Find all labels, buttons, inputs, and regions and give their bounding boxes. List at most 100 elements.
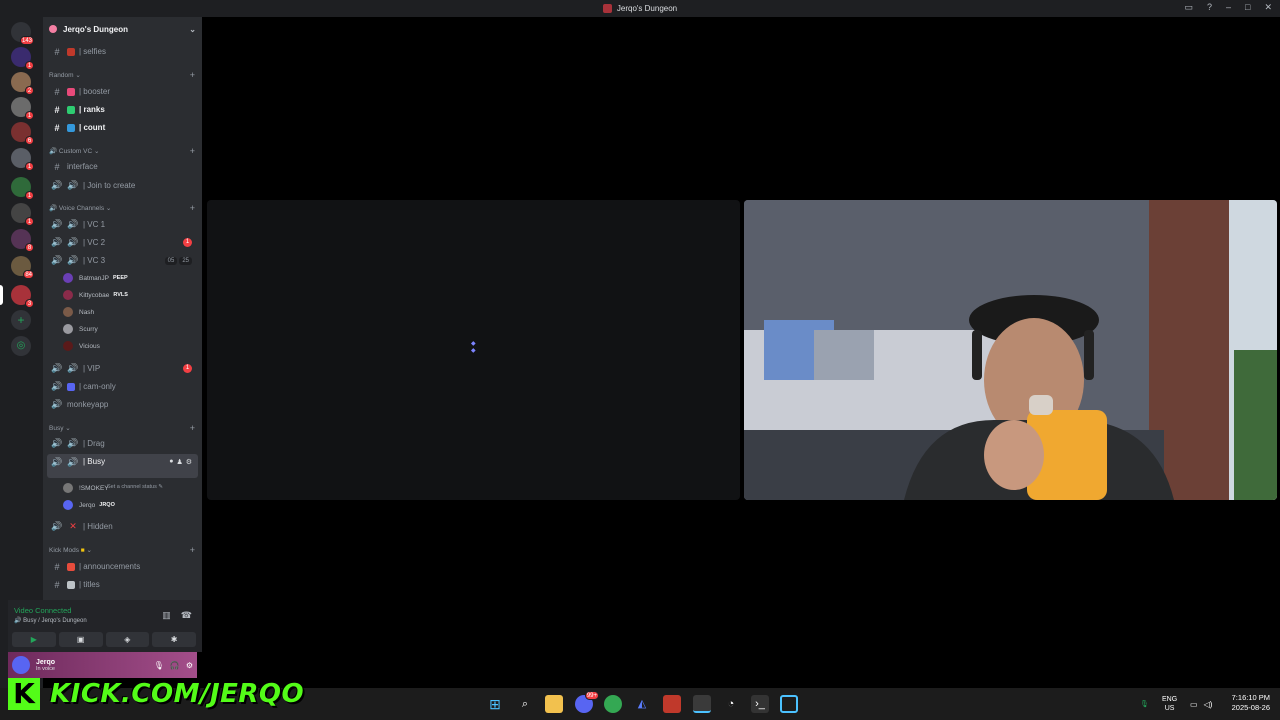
- chrome-active-icon[interactable]: [693, 695, 711, 713]
- add-channel-icon[interactable]: +: [190, 423, 195, 433]
- voice-user-name: Nash: [79, 308, 95, 316]
- add-channel-icon[interactable]: +: [190, 146, 195, 156]
- gear-icon[interactable]: ⚙: [186, 661, 193, 670]
- channel-join-to-create[interactable]: 🔊 🔊 | Join to create: [47, 177, 198, 194]
- clock[interactable]: 7:16:10 PM 2025-08-26: [1232, 693, 1270, 713]
- discover-icon[interactable]: ◎: [11, 336, 31, 356]
- category-custom-vc[interactable]: 🔊 Custom VC ⌄ +: [49, 145, 195, 157]
- inbox-icon[interactable]: ▭: [1184, 2, 1193, 13]
- server-header[interactable]: Jerqo's Dungeon ⌄: [43, 17, 202, 41]
- terminal-icon[interactable]: ›_: [751, 695, 769, 713]
- kick-logo-icon: K: [8, 678, 40, 710]
- soundboard-button[interactable]: ✱: [152, 632, 196, 647]
- user-count-pill: 05 25: [164, 256, 192, 265]
- channel-monkeyapp[interactable]: 🔊 monkeyapp: [47, 396, 198, 413]
- server-list: 143 1 2 1 6 1 1 1 8 84 3 + ◎: [0, 17, 43, 688]
- channel-drag[interactable]: 🔊 🔊 | Drag: [47, 435, 198, 452]
- channel-booster[interactable]: # | booster: [47, 83, 198, 100]
- server-icon[interactable]: 84: [11, 256, 34, 279]
- channel-announcements[interactable]: # | announcements: [47, 558, 198, 575]
- category-random[interactable]: Random ⌄ +: [49, 69, 195, 81]
- server-icon[interactable]: 1: [11, 177, 34, 200]
- screen-share-button[interactable]: ▣: [58, 632, 103, 647]
- speaker-icon: 🔊: [49, 205, 58, 212]
- server-icon[interactable]: 2: [11, 72, 34, 95]
- video-tile-camera[interactable]: [744, 200, 1277, 500]
- maximize-button[interactable]: □: [1245, 2, 1250, 13]
- voice-user-name: Scurry: [79, 325, 98, 333]
- activities-button[interactable]: ◈: [105, 632, 150, 647]
- hash-icon: #: [54, 86, 60, 97]
- microphone-tray-icon[interactable]: 🎙: [1140, 688, 1149, 720]
- avatar: [63, 273, 73, 283]
- home-button[interactable]: 143: [11, 22, 34, 45]
- voice-user[interactable]: BatmanJP PEEP: [63, 270, 197, 286]
- microphone-icon[interactable]: 🎙: [154, 661, 164, 670]
- channel-vc2[interactable]: 🔊 🔊 | VC 21: [47, 234, 198, 251]
- voice-user-name: Vicious: [79, 342, 100, 350]
- app-icon[interactable]: [663, 695, 681, 713]
- video-tile-loading[interactable]: ◆ ◆: [207, 200, 740, 500]
- voice-user[interactable]: Kittycobae RVLS: [63, 287, 197, 303]
- server-icon[interactable]: 1: [11, 97, 34, 120]
- voice-user[interactable]: !SMOKEY: [63, 480, 197, 496]
- network-icon[interactable]: ▭: [1190, 700, 1198, 709]
- file-explorer-icon[interactable]: [545, 695, 563, 713]
- noise-suppression-icon[interactable]: ▥: [162, 610, 171, 621]
- app-icon[interactable]: [780, 695, 798, 713]
- channel-vip[interactable]: 🔊 🔊 | VIP 1: [47, 360, 198, 377]
- chevron-down-icon: ⌄: [189, 24, 196, 34]
- category-voice-channels[interactable]: 🔊 Voice Channels ⌄ +: [49, 202, 195, 214]
- channel-selfies[interactable]: # | selfies: [47, 43, 198, 60]
- emoji-icon: [67, 87, 75, 96]
- minimize-button[interactable]: –: [1226, 2, 1231, 13]
- voice-user[interactable]: Jerqo JRQO: [63, 497, 197, 513]
- channel-count[interactable]: # | count: [47, 119, 198, 136]
- channel-busy[interactable]: 🔊 🔊 | Busy ● ♟ ⚙: [47, 454, 198, 478]
- avatar[interactable]: [12, 656, 30, 674]
- language-indicator[interactable]: ENG US: [1162, 688, 1177, 720]
- channel-titles[interactable]: # | titles: [47, 576, 198, 593]
- channel-vc1[interactable]: 🔊 🔊 | VC 1: [47, 216, 198, 233]
- voice-user-name: BatmanJP: [79, 274, 109, 282]
- gear-icon[interactable]: ⚙: [186, 458, 192, 466]
- add-server-icon[interactable]: +: [11, 310, 31, 330]
- add-channel-icon[interactable]: +: [190, 545, 195, 555]
- user-status: In voice: [36, 665, 55, 672]
- channel-vc3[interactable]: 🔊 🔊 | VC 3 05 25: [47, 252, 198, 269]
- camera-button[interactable]: ▶: [12, 632, 56, 647]
- app-icon[interactable]: ◭: [633, 695, 651, 713]
- category-kick-mods[interactable]: Kick Mods ■ ⌄ +: [49, 544, 195, 556]
- server-icon-jerqos-dungeon[interactable]: 3: [11, 285, 34, 308]
- server-icon[interactable]: 1: [11, 203, 34, 226]
- chrome-icon[interactable]: [604, 695, 622, 713]
- channel-cam-only[interactable]: 🔊 | cam-only: [47, 378, 198, 395]
- voice-user-name: !SMOKEY: [79, 484, 109, 492]
- add-channel-icon[interactable]: +: [190, 70, 195, 80]
- channel-ranks[interactable]: # | ranks: [47, 101, 198, 118]
- disconnect-icon[interactable]: ☎: [181, 610, 192, 621]
- voice-user[interactable]: Scurry: [63, 321, 197, 337]
- channel-interface[interactable]: # interface: [47, 158, 198, 175]
- search-icon[interactable]: ⌕: [516, 695, 534, 713]
- add-channel-icon[interactable]: +: [190, 203, 195, 213]
- speaker-icon: 🔊: [51, 381, 63, 391]
- chat-icon[interactable]: ●: [169, 458, 173, 466]
- category-busy[interactable]: Busy ⌄ +: [49, 422, 195, 434]
- server-icon[interactable]: 6: [11, 122, 34, 145]
- app-icon[interactable]: ◔: [722, 695, 740, 713]
- channel-hidden[interactable]: 🔊 ✕ | Hidden: [47, 518, 198, 535]
- volume-icon[interactable]: ◁): [1204, 700, 1213, 709]
- stream-overlay: K KICK.COM/JERQO: [8, 676, 304, 712]
- help-icon[interactable]: ?: [1207, 2, 1212, 13]
- close-button[interactable]: ✕: [1264, 2, 1272, 13]
- windows-start-icon[interactable]: ⊞: [486, 695, 504, 713]
- discord-icon[interactable]: 99+: [575, 691, 599, 713]
- invite-icon[interactable]: ♟: [176, 458, 182, 466]
- server-icon[interactable]: 1: [11, 148, 34, 171]
- server-icon[interactable]: 1: [11, 47, 34, 70]
- headphones-icon[interactable]: 🎧: [170, 661, 180, 670]
- voice-user[interactable]: Vicious: [63, 338, 197, 354]
- voice-user[interactable]: Nash: [63, 304, 197, 320]
- server-icon[interactable]: 8: [11, 229, 34, 252]
